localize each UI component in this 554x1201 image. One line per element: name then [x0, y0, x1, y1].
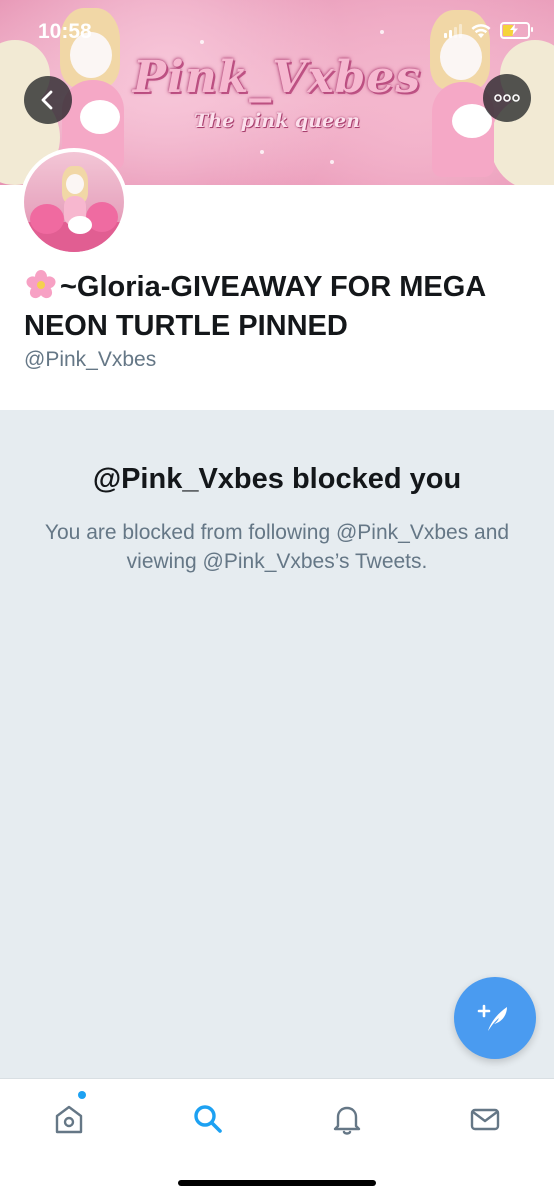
banner-title: Pink_Vxbes: [132, 52, 422, 103]
banner-sparkle: [200, 40, 204, 44]
charging-bolt-icon: [510, 24, 518, 35]
envelope-icon: [470, 1108, 500, 1131]
blocked-notice-panel: @Pink_Vxbes blocked you You are blocked …: [0, 410, 554, 1078]
search-icon: [194, 1105, 222, 1133]
wifi-icon: [471, 23, 491, 38]
compose-tweet-icon: [477, 1004, 507, 1031]
profile-display-name: ~Gloria-GIVEAWAY FOR MEGA NEON TURTLE PI…: [24, 268, 534, 346]
blocked-title: @Pink_Vxbes blocked you: [92, 463, 462, 495]
chevron-left-icon: [41, 90, 53, 110]
more-options-button[interactable]: [483, 74, 531, 122]
tab-notifications[interactable]: [325, 1097, 369, 1141]
cherry-blossom-emoji-icon: [26, 270, 56, 299]
banner-subtitle: The pink queen: [194, 110, 360, 132]
compose-tweet-button[interactable]: [454, 977, 536, 1059]
profile-handle: @Pink_Vxbes: [24, 348, 157, 371]
banner-sparkle: [330, 160, 334, 164]
bell-icon: [333, 1106, 361, 1135]
tab-search[interactable]: [186, 1097, 230, 1141]
more-icon: [494, 94, 520, 102]
back-button[interactable]: [24, 76, 72, 124]
tab-messages[interactable]: [463, 1097, 507, 1141]
status-time: 10:58: [38, 20, 92, 43]
display-name-text: ~Gloria-GIVEAWAY FOR MEGA NEON TURTLE PI…: [24, 271, 486, 342]
home-indicator-bar[interactable]: [178, 1180, 376, 1186]
new-content-indicator: [78, 1091, 86, 1099]
blocked-message: You are blocked from following @Pink_Vxb…: [44, 521, 510, 573]
battery-icon: [500, 22, 533, 39]
home-icon: [55, 1105, 83, 1134]
status-icons: [444, 22, 533, 39]
banner-sparkle: [380, 30, 384, 34]
profile-avatar-image: [24, 152, 124, 252]
tab-home[interactable]: [47, 1097, 91, 1141]
profile-avatar[interactable]: [20, 148, 128, 256]
banner-sparkle: [260, 150, 264, 154]
cellular-signal-icon: [444, 23, 462, 38]
